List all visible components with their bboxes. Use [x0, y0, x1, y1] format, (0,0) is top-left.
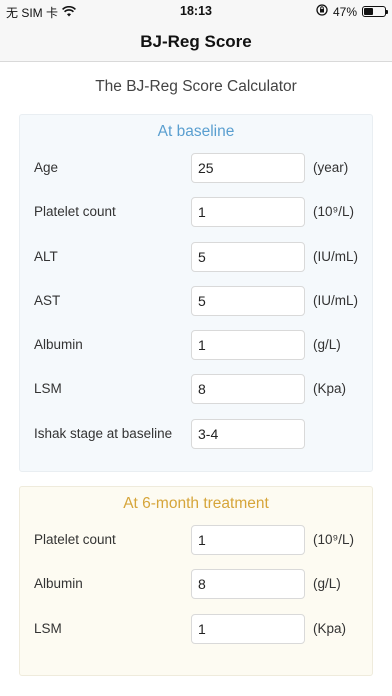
- battery-icon: [362, 6, 388, 17]
- navigation-bar: BJ-Reg Score: [0, 22, 392, 62]
- baseline-row-ast: AST (IU/mL): [20, 280, 372, 324]
- alt-input[interactable]: [191, 241, 305, 272]
- row-label: Platelet count: [34, 204, 116, 220]
- row-unit: (10⁹/L): [313, 532, 355, 547]
- row-label: Age: [34, 160, 59, 175]
- row-unit: (year): [313, 160, 349, 175]
- status-bar: 无 SIM 卡 18:13 47%: [0, 0, 392, 22]
- baseline-albumin-input[interactable]: [191, 330, 305, 361]
- row-label: Ishak stage at baseline: [34, 425, 173, 441]
- six-month-lsm-input[interactable]: [191, 613, 305, 644]
- orientation-lock-icon: [316, 4, 328, 19]
- status-right: 47%: [316, 4, 388, 19]
- row-unit: (g/L): [313, 576, 341, 592]
- row-label: LSM: [34, 620, 62, 636]
- baseline-row-alt: ALT (IU/mL): [20, 236, 372, 280]
- row-unit: (Kpa): [313, 620, 347, 636]
- row-label: Albumin: [34, 337, 83, 353]
- row-unit: (Kpa): [313, 381, 347, 397]
- row-unit: (IU/mL): [313, 292, 358, 308]
- six-month-platelet-count-input[interactable]: [191, 525, 305, 555]
- six-month-section-title: At 6-month treatment: [123, 495, 269, 512]
- baseline-lsm-input[interactable]: [191, 374, 305, 405]
- row-label: AST: [34, 292, 61, 308]
- six-month-albumin-input[interactable]: [191, 569, 305, 600]
- battery-fill: [364, 8, 374, 15]
- baseline-platelet-count-input[interactable]: [191, 197, 305, 228]
- six-month-section: At 6-month treatment Platelet count (10⁹…: [19, 486, 373, 676]
- baseline-row-ishak-stage: Ishak stage at baseline: [20, 413, 372, 457]
- baseline-row-albumin: Albumin (g/L): [20, 324, 372, 368]
- row-label: LSM: [34, 381, 62, 397]
- row-label: Albumin: [34, 576, 83, 592]
- baseline-row-age: Age (year): [20, 147, 372, 191]
- row-label: Platelet count: [34, 532, 116, 547]
- six-month-row-albumin: Albumin (g/L): [20, 563, 372, 607]
- baseline-row-platelet-count: Platelet count (10⁹/L): [20, 191, 372, 235]
- nav-title: BJ-Reg Score: [140, 31, 252, 51]
- baseline-section-title: At baseline: [157, 123, 235, 140]
- battery-percent: 47%: [332, 4, 357, 19]
- baseline-row-lsm: LSM (Kpa): [20, 368, 372, 412]
- ishak-stage-select[interactable]: [191, 418, 305, 449]
- row-unit: (g/L): [313, 337, 341, 353]
- row-label: ALT: [34, 248, 58, 264]
- baseline-section: At baseline Age (year) Platelet count (1…: [19, 114, 373, 472]
- page-heading: The BJ-Reg Score Calculator: [95, 78, 297, 95]
- row-unit: (IU/mL): [313, 248, 358, 264]
- row-unit: (10⁹/L): [313, 204, 355, 220]
- six-month-row-platelet-count: Platelet count (10⁹/L): [20, 519, 372, 563]
- calculator-content: The BJ-Reg Score Calculator At baseline …: [0, 63, 392, 676]
- ast-input[interactable]: [191, 285, 305, 316]
- six-month-row-lsm: LSM (Kpa): [20, 608, 372, 652]
- age-input[interactable]: [191, 153, 305, 183]
